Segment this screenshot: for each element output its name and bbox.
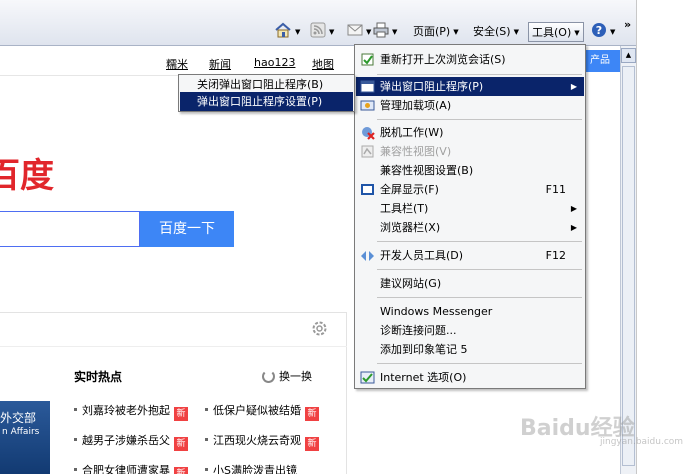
top-link-hao123[interactable]: hao123 [254, 56, 295, 69]
new-badge: 新 [174, 407, 188, 421]
fullscreen-icon [361, 184, 374, 195]
tools-menu: 重新打开上次浏览会话(S) 弹出窗口阻止程序(P) ▶ 管理加载项(A) 脱机工… [354, 44, 586, 389]
mail-icon [347, 24, 363, 36]
scroll-up-icon[interactable]: ▲ [621, 48, 636, 63]
reopen-session-icon [361, 53, 374, 66]
menu-item-evernote[interactable]: 添加到印象笔记 5 [356, 340, 584, 359]
rss-icon [310, 22, 326, 38]
menu-item-suggested-sites[interactable]: 建议网站(G) [356, 274, 584, 293]
top-link-news[interactable]: 新闻 [209, 56, 231, 72]
menu-item-compat-view[interactable]: 兼容性视图(V) [356, 142, 584, 161]
svg-text:?: ? [596, 24, 602, 37]
refresh-label: 换一换 [279, 370, 312, 383]
submenu-arrow-icon: ▶ [570, 204, 577, 213]
scroll-thumb[interactable] [622, 66, 635, 466]
top-link-nuomi[interactable]: 糯米 [166, 56, 188, 72]
menu-separator [377, 119, 582, 120]
news-item[interactable]: 低保户疑似被结婚新 [205, 402, 319, 421]
internet-options-icon [360, 371, 375, 384]
menu-separator [377, 297, 582, 298]
addons-icon [360, 100, 375, 111]
chevron-down-icon: ▼ [574, 29, 580, 37]
menu-item-fullscreen[interactable]: 全屏显示(F) F11 [356, 180, 584, 199]
news-item[interactable]: 江西现火烧云奇观新 [205, 432, 319, 451]
menu-separator [377, 74, 582, 75]
chevron-down-icon[interactable]: ▼ [295, 28, 300, 36]
hot-news-title: 实时热点 [74, 370, 123, 384]
tools-menu-label: 工具(O) [532, 26, 572, 39]
baidu-logo: 百度 [0, 148, 68, 197]
dev-tools-icon [361, 251, 374, 261]
menu-separator [377, 241, 582, 242]
menu-separator [377, 269, 582, 270]
submenu-arrow-icon: ▶ [570, 223, 577, 232]
tools-menu-button[interactable]: 工具(O) ▼ [528, 22, 584, 42]
news-item[interactable]: 小S满脸泼青出镜 [205, 462, 297, 474]
watermark-url: jingyan.baidu.com [600, 437, 683, 447]
offline-icon [362, 127, 375, 140]
chevron-down-icon: ▼ [513, 28, 519, 36]
menu-item-compat-view-settings[interactable]: 兼容性视图设置(B) [356, 161, 584, 180]
menu-item-popup-blocker[interactable]: 弹出窗口阻止程序(P) ▶ [356, 77, 584, 96]
chevron-down-icon[interactable]: ▼ [392, 28, 397, 36]
help-button[interactable]: ? ▼ [588, 22, 618, 42]
window-edge [636, 0, 683, 474]
search-button[interactable]: 百度一下 [140, 211, 234, 247]
menu-separator [377, 363, 582, 364]
ad-line2: n Affairs [2, 427, 40, 437]
search-input[interactable] [0, 211, 140, 247]
products-link[interactable]: 产品 [586, 50, 620, 72]
refresh-icon [262, 370, 275, 383]
ie-command-bar: ▼ ▼ ▼ ▼ 页面(P) ▼ 安全(S) ▼ 工具(O) ▼ ? ▼ » [0, 0, 636, 46]
new-badge: 新 [174, 467, 188, 474]
menu-item-internet-options[interactable]: Internet 选项(O) [356, 368, 584, 387]
menu-item-explorer-bars[interactable]: 浏览器栏(X) ▶ [356, 218, 584, 237]
more-commands-icon[interactable]: » [624, 18, 631, 31]
submenu-arrow-icon: ▶ [570, 82, 577, 91]
logo-text: 百度 [0, 156, 54, 196]
menu-item-diagnose-connection[interactable]: 诊断连接问题... [356, 321, 584, 340]
menu-item-work-offline[interactable]: 脱机工作(W) [356, 123, 584, 142]
chevron-down-icon[interactable]: ▼ [329, 28, 334, 36]
new-badge: 新 [174, 437, 188, 451]
news-item[interactable]: 越男子涉嫌杀岳父新 [74, 432, 188, 451]
home-button[interactable]: ▼ [271, 22, 303, 42]
popup-blocker-submenu: 关闭弹出窗口阻止程序(B) 弹出窗口阻止程序设置(P) [178, 74, 355, 112]
menu-item-toolbars[interactable]: 工具栏(T) ▶ [356, 199, 584, 218]
popup-blocker-icon [360, 80, 375, 93]
menu-item-manage-addons[interactable]: 管理加载项(A) [356, 96, 584, 115]
print-button[interactable]: ▼ [370, 22, 400, 42]
refresh-button[interactable]: 换一换 [262, 368, 312, 384]
menu-item-windows-messenger[interactable]: Windows Messenger [356, 302, 584, 321]
panel-divider [0, 346, 347, 347]
chevron-down-icon: ▼ [453, 28, 459, 36]
page-menu-label: 页面(P) [413, 25, 451, 38]
help-icon: ? [592, 23, 606, 37]
page-menu-button[interactable]: 页面(P) ▼ [410, 22, 462, 42]
new-badge: 新 [305, 437, 319, 451]
printer-icon [373, 22, 389, 38]
ad-banner[interactable]: 外交部 n Affairs [0, 401, 50, 474]
compat-view-icon [361, 145, 374, 158]
safety-menu-label: 安全(S) [473, 25, 511, 38]
menu-item-reopen-session[interactable]: 重新打开上次浏览会话(S) [356, 50, 584, 69]
chevron-down-icon[interactable]: ▼ [610, 28, 615, 36]
top-link-map[interactable]: 地图 [312, 56, 334, 72]
gear-icon[interactable] [311, 320, 328, 337]
menu-item-popup-blocker-settings[interactable]: 弹出窗口阻止程序设置(P) [180, 92, 353, 111]
feeds-button[interactable]: ▼ [307, 22, 337, 42]
new-badge: 新 [305, 407, 319, 421]
news-item[interactable]: 合肥女律师遭家暴新 [74, 462, 188, 474]
safety-menu-button[interactable]: 安全(S) ▼ [470, 22, 522, 42]
ad-line1: 外交部 [0, 411, 37, 425]
news-item[interactable]: 刘嘉玲被老外抱起新 [74, 402, 188, 421]
home-icon [275, 22, 291, 38]
menu-item-dev-tools[interactable]: 开发人员工具(D) F12 [356, 246, 584, 265]
